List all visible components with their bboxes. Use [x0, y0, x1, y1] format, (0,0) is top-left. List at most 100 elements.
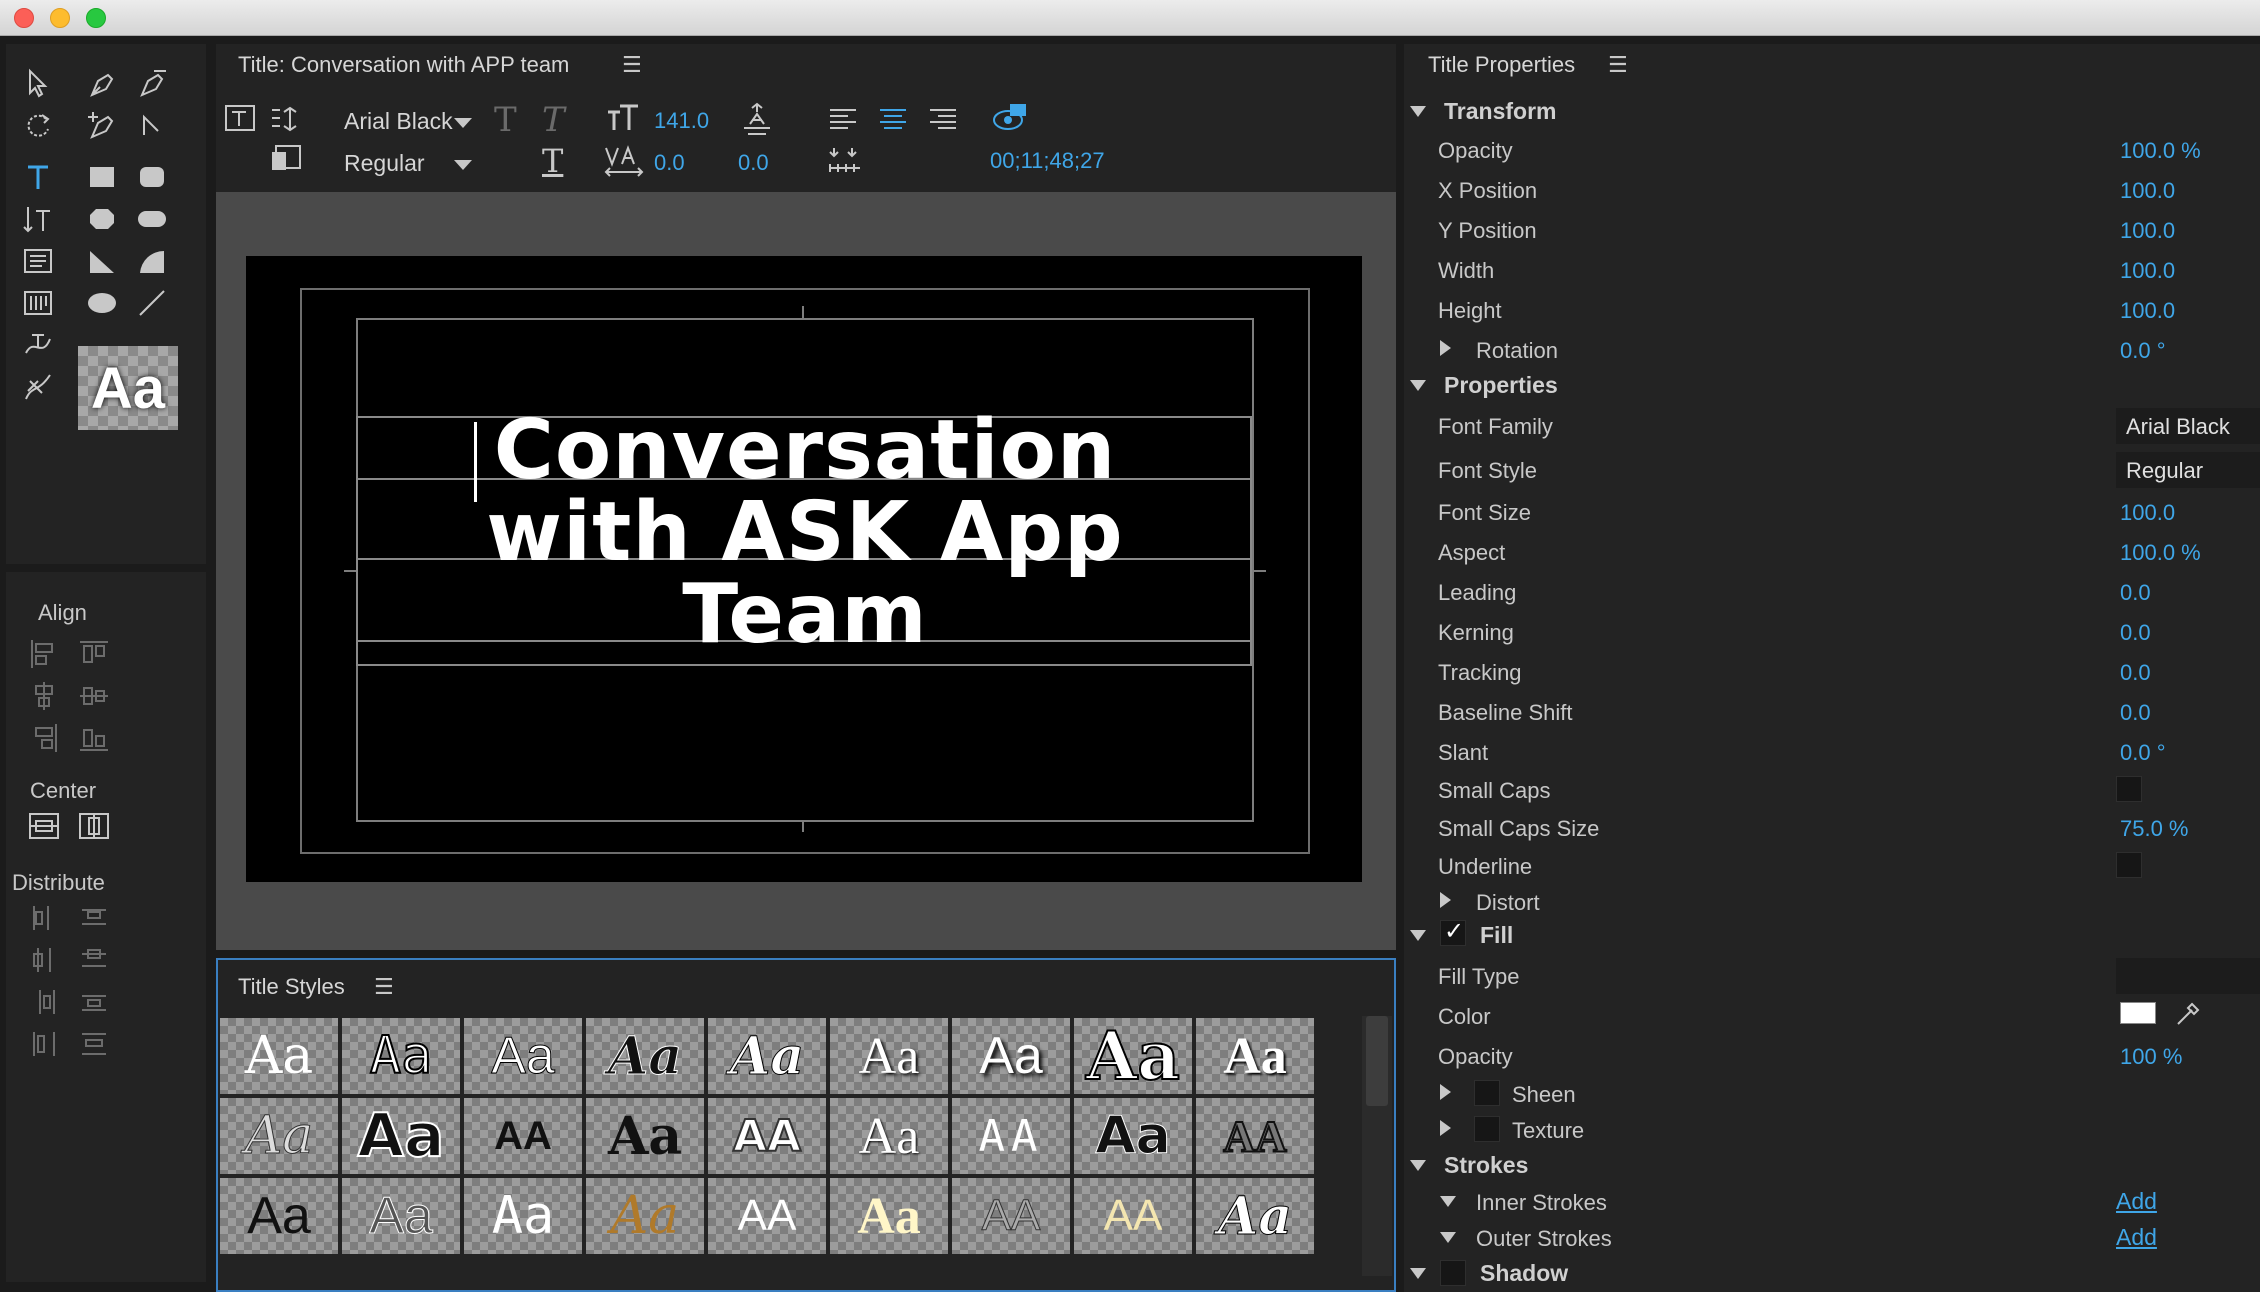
rotation-row[interactable]: Rotation 0.0 °	[1404, 330, 2260, 368]
font-style-dropdown[interactable]: Regular	[344, 150, 425, 177]
underline-checkbox[interactable]	[2116, 852, 2142, 878]
clipped-corner-rectangle-tool-icon[interactable]	[82, 200, 122, 238]
kerning-value[interactable]: 0.0	[654, 150, 685, 176]
distribute-top-icon[interactable]	[78, 902, 110, 934]
style-swatch[interactable]: Aa	[952, 1018, 1070, 1094]
title-canvas[interactable]: Conversation with ASK App Team	[246, 256, 1362, 882]
leading-prop-value[interactable]: 0.0	[2120, 580, 2151, 606]
leading-value[interactable]: 0.0	[738, 150, 769, 176]
style-swatch[interactable]: Aa	[220, 1018, 338, 1094]
style-swatch[interactable]: Aa	[220, 1178, 338, 1254]
style-swatch[interactable]: Aa	[586, 1018, 704, 1094]
rectangle-tool-icon[interactable]	[82, 158, 122, 196]
add-inner-stroke-link[interactable]: Add	[2116, 1188, 2157, 1215]
sheen-row[interactable]: Sheen	[1404, 1074, 2260, 1112]
style-swatch[interactable]: AA	[708, 1178, 826, 1254]
style-swatch[interactable]: Aa	[342, 1098, 460, 1174]
rounded-rectangle-tool-icon[interactable]	[132, 158, 172, 196]
distribute-bottom-icon[interactable]	[78, 986, 110, 1018]
font-style-field[interactable]: Regular	[2116, 452, 2260, 488]
arc-tool-icon[interactable]	[132, 242, 172, 280]
styles-panel-menu-icon[interactable]: ☰	[374, 974, 394, 1000]
transform-section-header[interactable]: Transform	[1404, 92, 2260, 130]
align-vertical-center-icon[interactable]	[78, 680, 110, 712]
vertical-path-type-tool-icon[interactable]	[18, 368, 58, 406]
eyedropper-icon[interactable]	[2174, 1000, 2202, 1028]
font-family-dropdown[interactable]: Arial Black	[344, 108, 453, 135]
styles-scrollbar[interactable]	[1362, 1016, 1392, 1276]
style-swatch[interactable]: Aa	[830, 1098, 948, 1174]
fill-color-swatch[interactable]	[2120, 1002, 2156, 1024]
center-vertical-icon[interactable]	[78, 810, 110, 842]
pen-tool-icon[interactable]	[82, 64, 122, 102]
distribute-vertical-even-icon[interactable]	[78, 1028, 110, 1060]
kerning-prop-value[interactable]: 0.0	[2120, 620, 2151, 646]
style-swatch[interactable]: Aa	[830, 1178, 948, 1254]
style-swatch[interactable]: Aa	[586, 1098, 704, 1174]
style-swatch[interactable]: Aa	[220, 1098, 338, 1174]
small-caps-size-value[interactable]: 75.0 %	[2120, 816, 2189, 842]
align-center-text-icon[interactable]	[878, 106, 908, 134]
style-swatch[interactable]: Aa	[1196, 1178, 1314, 1254]
inner-strokes-row[interactable]: Inner Strokes Add	[1404, 1182, 2260, 1220]
align-left-text-icon[interactable]	[828, 106, 858, 134]
style-swatch[interactable]: Aa	[342, 1178, 460, 1254]
selection-tool-icon[interactable]	[18, 64, 58, 102]
area-type-tool-icon[interactable]	[18, 242, 58, 280]
align-horizontal-center-icon[interactable]	[28, 680, 60, 712]
fill-type-field[interactable]	[2116, 958, 2260, 994]
show-background-video-icon[interactable]	[992, 102, 1028, 134]
style-swatch[interactable]: Aa	[1196, 1018, 1314, 1094]
distribute-vertical-center-icon[interactable]	[78, 944, 110, 976]
editor-panel-menu-icon[interactable]: ☰	[622, 52, 642, 78]
style-swatch[interactable]: Aa	[1074, 1098, 1192, 1174]
style-swatch[interactable]: Aa	[464, 1018, 582, 1094]
height-value[interactable]: 100.0	[2120, 298, 2175, 324]
aspect-value[interactable]: 100.0 %	[2120, 540, 2201, 566]
maximize-window-button[interactable]	[86, 8, 106, 28]
small-caps-checkbox[interactable]	[2116, 776, 2142, 802]
add-outer-stroke-link[interactable]: Add	[2116, 1224, 2157, 1251]
font-family-field[interactable]: Arial Black	[2116, 408, 2260, 444]
convert-anchor-tool-icon[interactable]	[132, 106, 172, 144]
style-swatch[interactable]: AA	[708, 1098, 826, 1174]
tab-markers-icon[interactable]	[828, 146, 862, 176]
x-position-value[interactable]: 100.0	[2120, 178, 2175, 204]
tab-stops-icon[interactable]	[270, 104, 304, 134]
distribute-horizontal-even-icon[interactable]	[28, 1028, 60, 1060]
align-top-icon[interactable]	[78, 638, 110, 670]
title-text[interactable]: Conversation with ASK App Team	[356, 410, 1254, 656]
vertical-type-tool-icon[interactable]	[18, 200, 58, 238]
wedge-tool-icon[interactable]	[82, 242, 122, 280]
distort-row[interactable]: Distort	[1404, 882, 2260, 920]
strokes-section-header[interactable]: Strokes	[1404, 1146, 2260, 1184]
fill-opacity-value[interactable]: 100 %	[2120, 1044, 2182, 1070]
bold-icon[interactable]: T	[494, 100, 517, 140]
delete-anchor-tool-icon[interactable]	[132, 64, 172, 102]
y-position-value[interactable]: 100.0	[2120, 218, 2175, 244]
distribute-right-icon[interactable]	[28, 986, 60, 1018]
style-swatch[interactable]: AA	[1196, 1098, 1314, 1174]
slant-value[interactable]: 0.0 °	[2120, 740, 2166, 766]
templates-icon[interactable]	[270, 144, 304, 174]
center-horizontal-icon[interactable]	[28, 810, 60, 842]
width-value[interactable]: 100.0	[2120, 258, 2175, 284]
style-swatch[interactable]: Aa	[342, 1018, 460, 1094]
distribute-left-icon[interactable]	[28, 902, 60, 934]
texture-row[interactable]: Texture	[1404, 1110, 2260, 1148]
style-swatch[interactable]: AA	[952, 1098, 1070, 1174]
fill-checkbox[interactable]	[1440, 917, 1466, 946]
align-bottom-icon[interactable]	[78, 722, 110, 754]
line-tool-icon[interactable]	[132, 284, 172, 322]
style-swatch[interactable]: Aa	[464, 1178, 582, 1254]
distribute-horizontal-center-icon[interactable]	[28, 944, 60, 976]
transform-opacity-value[interactable]: 100.0 %	[2120, 138, 2201, 164]
style-swatch[interactable]: Aa	[586, 1178, 704, 1254]
italic-icon[interactable]: T	[542, 100, 565, 140]
minimize-window-button[interactable]	[50, 8, 70, 28]
outer-strokes-row[interactable]: Outer Strokes Add	[1404, 1218, 2260, 1256]
type-tool-icon[interactable]	[18, 158, 58, 196]
roll-crawl-options-icon[interactable]	[224, 104, 258, 134]
underline-icon[interactable]: T	[542, 142, 563, 180]
style-swatch[interactable]: AA	[1074, 1178, 1192, 1254]
